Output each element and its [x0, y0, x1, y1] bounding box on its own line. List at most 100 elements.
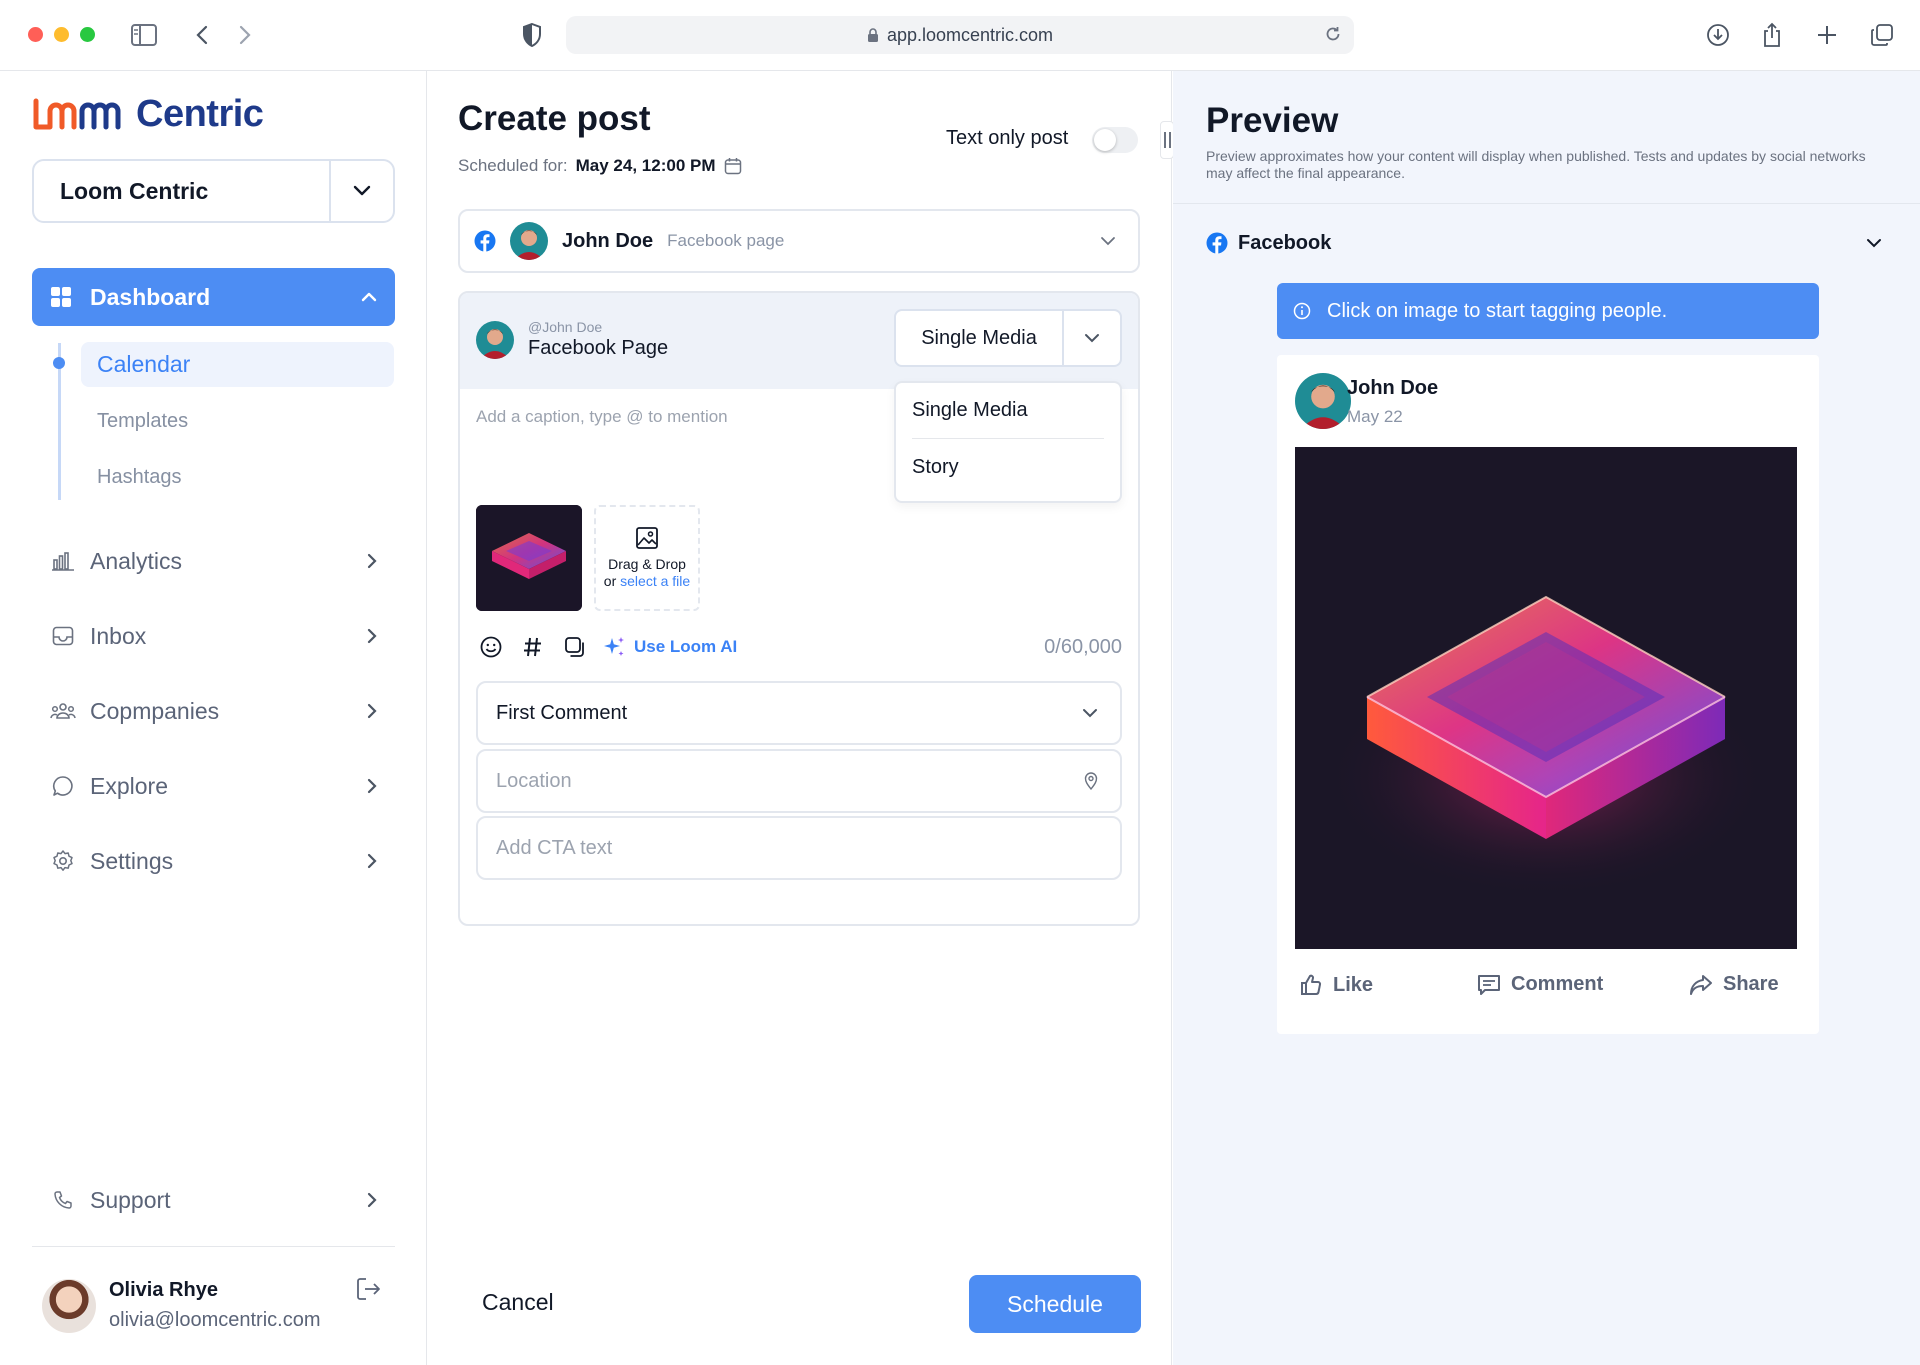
calendar-icon[interactable] [724, 157, 742, 175]
page-name: Facebook Page [528, 337, 669, 359]
share-arrow-icon [1689, 974, 1713, 996]
text-only-toggle[interactable] [1092, 127, 1138, 153]
sidebar-item-companies[interactable]: Copmpanies [32, 686, 395, 736]
brand-name: Centric [136, 93, 264, 135]
sidebar-subitem-calendar[interactable]: Calendar [81, 342, 394, 387]
first-comment-select[interactable]: First Comment [476, 681, 1122, 745]
chevron-up-icon [361, 292, 377, 302]
composer-panel: Create post Scheduled for: May 24, 12:00… [428, 71, 1174, 1365]
chevron-right-icon [367, 703, 377, 719]
url-text: app.loomcentric.com [886, 24, 1054, 45]
location-field[interactable]: Location [476, 749, 1122, 813]
post-editor-card: @John Doe Facebook Page Single Media Sin… [458, 291, 1140, 926]
sidebar-item-analytics[interactable]: Analytics [32, 536, 395, 586]
maximize-window-button[interactable] [80, 27, 95, 42]
post-date: May 22 [1347, 407, 1403, 426]
emoji-icon[interactable] [476, 633, 506, 661]
chat-bubble-icon [48, 775, 78, 797]
media-dropzone[interactable]: Drag & Drop or select a file [594, 505, 700, 611]
like-button[interactable]: Like [1299, 973, 1373, 997]
sidebar-item-dashboard[interactable]: Dashboard [32, 268, 395, 326]
browser-toolbar: app.loomcentric.com [0, 0, 1920, 71]
share-button[interactable]: Share [1689, 973, 1779, 996]
chevron-down-icon[interactable] [1866, 238, 1882, 248]
sidebar-subitem-templates[interactable]: Templates [81, 399, 394, 444]
workspace-select[interactable]: Loom Centric [32, 159, 395, 223]
caption-input[interactable]: Add a caption, type @ to mention [476, 407, 728, 427]
sidebar-item-support[interactable]: Support [32, 1175, 395, 1225]
account-handle: @John Doe [528, 319, 603, 335]
share-icon[interactable] [1757, 20, 1787, 50]
sidebar-item-inbox[interactable]: Inbox [32, 611, 395, 661]
preview-title: Preview [1206, 101, 1339, 140]
close-window-button[interactable] [28, 27, 43, 42]
comment-button[interactable]: Comment [1477, 973, 1603, 996]
inbox-icon [48, 626, 78, 646]
media-type-value: Single Media [921, 326, 1037, 349]
schedule-button[interactable]: Schedule [969, 1275, 1141, 1333]
select-file-link[interactable]: select a file [620, 573, 690, 589]
image-icon [635, 526, 659, 550]
tabs-overview-icon[interactable] [1867, 20, 1897, 50]
menu-item-single-media[interactable]: Single Media [912, 383, 1104, 439]
scheduled-for[interactable]: Scheduled for: May 24, 12:00 PM [458, 156, 742, 176]
sidebar-item-label: Support [90, 1186, 171, 1213]
tagging-hint-text: Click on image to start tagging people. [1327, 299, 1668, 322]
menu-item-story[interactable]: Story [896, 439, 1120, 495]
post-image[interactable] [1295, 447, 1797, 949]
tagging-hint-banner: Click on image to start tagging people. [1277, 283, 1819, 339]
dropzone-subtitle: or select a file [604, 573, 690, 590]
panel-resize-handle[interactable] [1160, 121, 1174, 159]
sidebar-toggle-icon[interactable] [129, 20, 159, 50]
use-ai-label: Use Loom AI [634, 637, 738, 656]
character-count: 0/60,000 [1044, 635, 1122, 658]
preview-network-select[interactable]: Facebook [1206, 228, 1886, 258]
john-doe-avatar [510, 222, 548, 260]
account-type: Facebook page [667, 231, 785, 250]
sidebar-subitem-hashtags[interactable]: Hashtags [81, 455, 394, 500]
forward-icon[interactable] [230, 20, 260, 50]
account-select[interactable]: John Doe Facebook page [458, 209, 1140, 273]
workspace-select-value: Loom Centric [60, 177, 209, 204]
logout-icon[interactable] [356, 1277, 382, 1301]
location-placeholder: Location [496, 769, 572, 792]
preview-panel: Preview Preview approximates how your co… [1173, 71, 1920, 1365]
chevron-right-icon [367, 628, 377, 644]
download-icon[interactable] [1703, 20, 1733, 50]
shield-icon[interactable] [517, 20, 547, 50]
minimize-window-button[interactable] [54, 27, 69, 42]
chevron-down-icon[interactable] [1062, 311, 1120, 365]
user-email: olivia@loomcentric.com [109, 1309, 321, 1331]
submenu-active-dot [53, 357, 65, 369]
cancel-button[interactable]: Cancel [482, 1289, 554, 1316]
scheduled-label: Scheduled for: [458, 156, 568, 175]
chevron-right-icon [367, 853, 377, 869]
sidebar-item-explore[interactable]: Explore [32, 761, 395, 811]
chevron-right-icon [367, 1192, 377, 1208]
new-tab-icon[interactable] [1812, 20, 1842, 50]
user-avatar[interactable] [42, 1279, 96, 1333]
cta-text-field[interactable]: Add CTA text [476, 816, 1122, 880]
reload-icon[interactable] [1324, 25, 1342, 43]
like-label: Like [1333, 973, 1374, 996]
post-author-name: John Doe [1347, 377, 1439, 399]
users-icon [48, 702, 78, 720]
chevron-right-icon [367, 553, 377, 569]
page-title: Create post [458, 99, 651, 138]
use-ai-button[interactable]: Use Loom AI [602, 635, 737, 659]
info-icon [1293, 302, 1311, 320]
sidebar-item-settings[interactable]: Settings [32, 836, 395, 886]
chevron-down-icon[interactable] [329, 161, 393, 221]
media-thumbnail[interactable] [476, 505, 582, 611]
phone-icon [48, 1190, 78, 1210]
address-bar[interactable]: app.loomcentric.com [566, 16, 1354, 54]
post-editor-header: @John Doe Facebook Page Single Media [460, 293, 1138, 389]
back-icon[interactable] [187, 20, 217, 50]
media-type-select[interactable]: Single Media [894, 309, 1122, 367]
hashtag-icon[interactable] [518, 633, 548, 661]
chevron-right-icon [367, 778, 377, 794]
logo: Centric [32, 93, 264, 136]
john-doe-avatar [476, 321, 514, 359]
copy-icon[interactable] [560, 633, 590, 661]
first-comment-label: First Comment [496, 701, 628, 724]
